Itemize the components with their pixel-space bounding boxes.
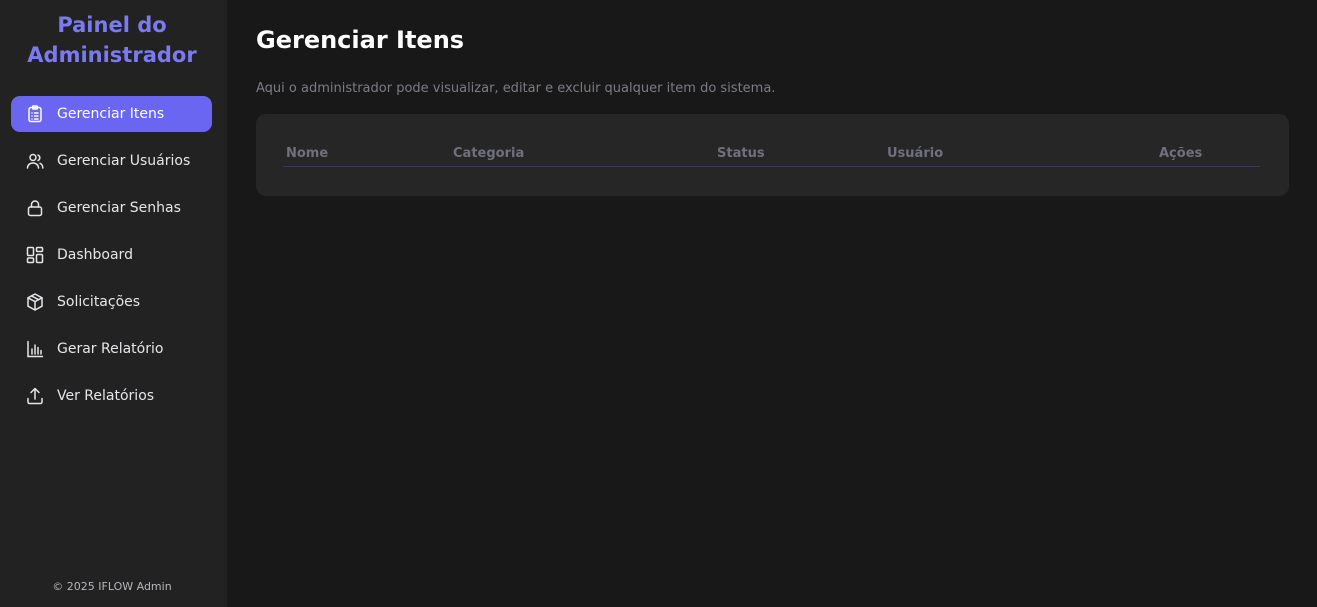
sidebar-item-label: Gerenciar Senhas	[57, 200, 181, 216]
users-icon	[25, 151, 45, 171]
main-content: Gerenciar Itens Aqui o administrador pod…	[227, 0, 1317, 607]
sidebar-item-gerenciar-itens[interactable]: Gerenciar Itens	[11, 96, 212, 132]
sidebar-item-label: Gerenciar Usuários	[57, 153, 191, 169]
items-table-card: Nome Categoria Status Usuário Ações	[256, 114, 1289, 196]
sidebar-item-gerenciar-usuarios[interactable]: Gerenciar Usuários	[11, 143, 212, 179]
table-header: Nome Categoria Status Usuário Ações	[283, 144, 1260, 167]
lock-icon	[25, 198, 45, 218]
sidebar-footer: © 2025 IFLOW Admin	[52, 580, 172, 593]
column-header-nome[interactable]: Nome	[286, 146, 328, 161]
sidebar-item-dashboard[interactable]: Dashboard	[11, 237, 212, 273]
sidebar-item-label: Gerenciar Itens	[57, 106, 165, 122]
column-header-usuario[interactable]: Usuário	[887, 146, 943, 161]
sidebar-item-label: Dashboard	[57, 247, 133, 263]
sidebar-item-label: Ver Relatórios	[57, 388, 155, 404]
dashboard-grid-icon	[25, 245, 45, 265]
page-description: Aqui o administrador pode visualizar, ed…	[256, 81, 776, 96]
upload-icon	[25, 386, 45, 406]
sidebar: Painel do Administrador Gerenciar Itens	[0, 0, 227, 607]
column-header-acoes[interactable]: Ações	[1159, 146, 1202, 161]
sidebar-item-gerenciar-senhas[interactable]: Gerenciar Senhas	[11, 190, 212, 226]
sidebar-item-solicitacoes[interactable]: Solicitações	[11, 284, 212, 320]
page-title: Gerenciar Itens	[256, 26, 465, 54]
box-icon	[25, 292, 45, 312]
column-header-categoria[interactable]: Categoria	[453, 146, 524, 161]
brand-title: Painel do Administrador	[27, 13, 197, 67]
bar-chart-icon	[25, 339, 45, 359]
sidebar-item-gerar-relatorio[interactable]: Gerar Relatório	[11, 331, 212, 367]
sidebar-nav: Gerenciar Itens Gerenciar Usuários Geren…	[11, 96, 212, 425]
sidebar-item-label: Gerar Relatório	[57, 341, 164, 357]
sidebar-item-label: Solicitações	[57, 294, 141, 310]
column-header-status[interactable]: Status	[717, 146, 765, 161]
clipboard-icon	[25, 104, 45, 124]
sidebar-item-ver-relatorios[interactable]: Ver Relatórios	[11, 378, 212, 414]
